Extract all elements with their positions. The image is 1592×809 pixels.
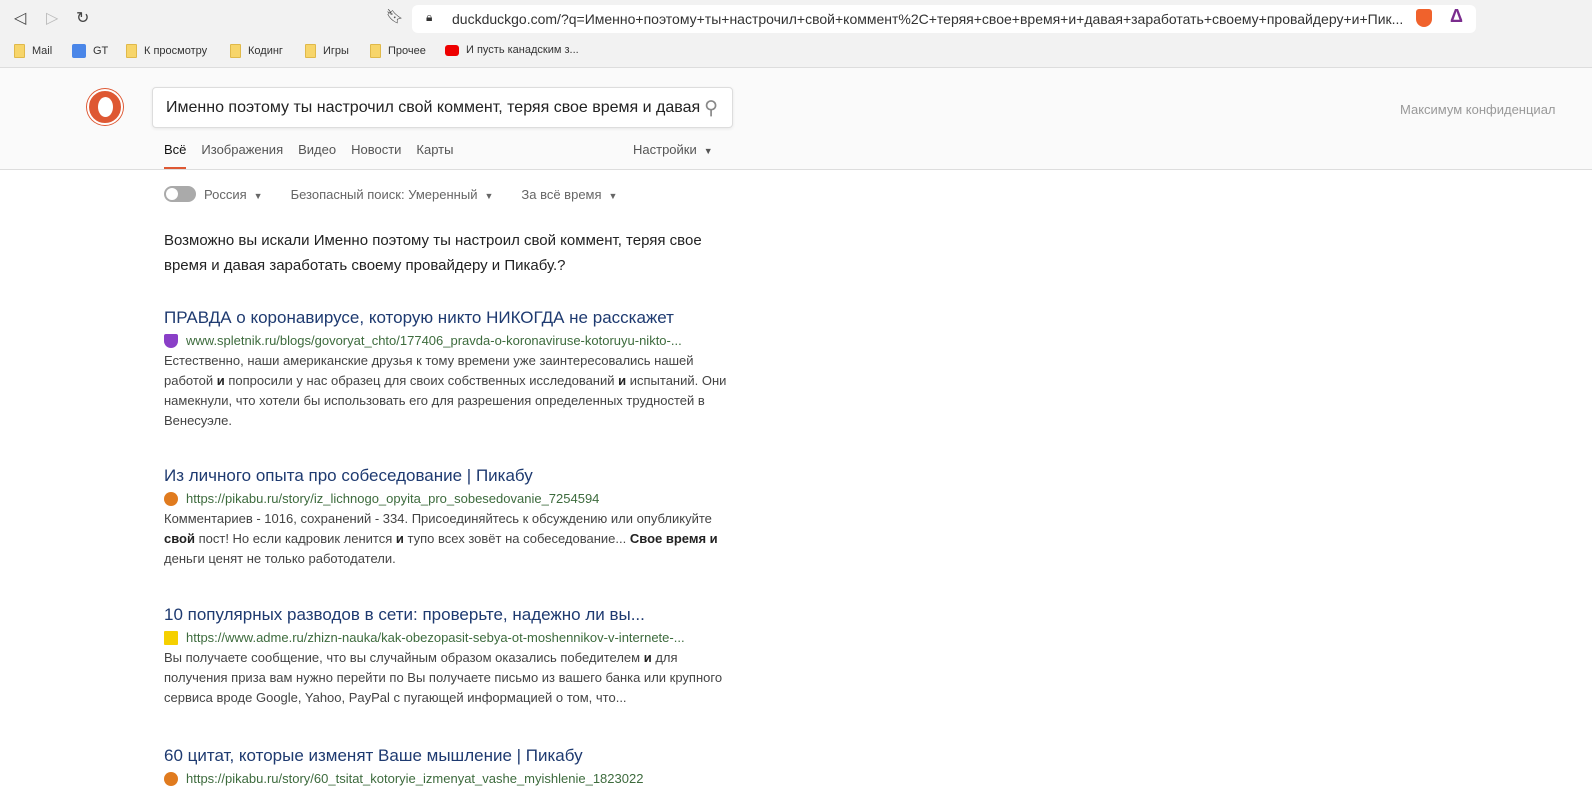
bookmark-label: К просмотру bbox=[144, 45, 208, 57]
bookmark-item[interactable]: GT bbox=[72, 44, 108, 58]
snippet-highlight: Свое время и bbox=[629, 531, 718, 546]
bookmarks-bar: Mail GT К просмотру Кодинг Игры Прочее И пусть… bbox=[0, 35, 1592, 68]
result-snippet: Естественно, наши американские друзья к … bbox=[164, 351, 734, 431]
safe-search-label: Безопасный поиск: Умеренный bbox=[290, 186, 478, 202]
result-title[interactable]: ПРАВДА о коронавирусе, которую никто НИК… bbox=[164, 308, 734, 328]
brave-icon[interactable] bbox=[1416, 9, 1432, 27]
search-result: 10 популярных разводов в сети: проверьте… bbox=[164, 605, 734, 708]
bookmark-item[interactable]: Кодинг bbox=[230, 44, 283, 58]
snippet-text: Вы получаете сообщение, что вы случайным… bbox=[164, 650, 644, 665]
snippet-highlight: и bbox=[395, 531, 404, 546]
folder-icon bbox=[126, 44, 137, 58]
result-url[interactable]: www.spletnik.ru/blogs/govoryat_chto/1774… bbox=[186, 333, 682, 348]
search-query: Именно поэтому ты настрочил свой коммент… bbox=[166, 99, 701, 116]
back-icon[interactable]: ◁ bbox=[14, 8, 26, 28]
result-url[interactable]: https://pikabu.ru/story/iz_lichnogo_opyi… bbox=[186, 491, 599, 506]
favicon-icon bbox=[164, 333, 178, 348]
region-filter[interactable]: Россия ▼ bbox=[204, 187, 263, 202]
snippet-text: пост! Но если кадровик ленится bbox=[194, 531, 396, 546]
snippet-highlight: и bbox=[643, 650, 652, 665]
search-result: 60 цитат, которые изменят Ваше мышление … bbox=[164, 746, 734, 789]
bookmark-icon[interactable]: 🔖︎ bbox=[386, 8, 404, 25]
bookmark-item[interactable]: Mail bbox=[14, 44, 52, 58]
tab-images[interactable]: Изображения bbox=[201, 142, 283, 169]
result-snippet: Вы получаете сообщение, что вы случайным… bbox=[164, 648, 734, 708]
snippet-text: Комментариев - 1016, сохранений - 334. П… bbox=[164, 511, 712, 526]
favicon-icon bbox=[164, 630, 178, 645]
result-url-row: https://pikabu.ru/story/60_tsitat_kotory… bbox=[164, 771, 734, 786]
settings-dropdown[interactable]: Настройки ▼ bbox=[633, 142, 713, 157]
bookmark-item[interactable]: Прочее bbox=[370, 44, 426, 58]
favicon-icon bbox=[164, 771, 178, 786]
bookmark-item[interactable]: И пусть канадским з... bbox=[445, 44, 579, 56]
settings-label: Настройки bbox=[633, 142, 697, 157]
snippet-highlight: свой bbox=[164, 531, 195, 546]
result-title[interactable]: Из личного опыта про собеседование | Пик… bbox=[164, 466, 734, 486]
result-title[interactable]: 10 популярных разводов в сети: проверьте… bbox=[164, 605, 734, 625]
tab-maps[interactable]: Карты bbox=[416, 142, 453, 169]
snippet-highlight: и bbox=[216, 373, 225, 388]
bookmark-label: Кодинг bbox=[248, 45, 283, 57]
favicon-icon bbox=[164, 491, 178, 506]
google-translate-icon bbox=[72, 44, 86, 58]
snippet-text: попросили у нас образец для своих собств… bbox=[224, 373, 619, 388]
bookmark-label: Mail bbox=[32, 45, 53, 57]
folder-icon bbox=[370, 44, 381, 58]
tab-video[interactable]: Видео bbox=[298, 142, 336, 169]
region-label: Россия bbox=[204, 186, 247, 202]
reload-icon[interactable]: ↻ bbox=[76, 8, 89, 28]
browser-toolbar: ◁ ▷ ↻ 🔖︎ 🔒︎ duckduckgo.com/?q=Именно+поэ… bbox=[0, 0, 1592, 35]
chevron-down-icon: ▼ bbox=[484, 190, 494, 201]
chevron-down-icon: ▼ bbox=[608, 190, 618, 201]
lock-icon: 🔒︎ bbox=[426, 10, 433, 24]
search-input[interactable]: Именно поэтому ты настрочил свой коммент… bbox=[152, 87, 733, 128]
duckduckgo-logo[interactable] bbox=[87, 89, 123, 125]
bookmark-label: И пусть канадским з... bbox=[466, 44, 579, 56]
result-url-row: https://pikabu.ru/story/iz_lichnogo_opyi… bbox=[164, 491, 734, 506]
result-url[interactable]: https://pikabu.ru/story/60_tsitat_kotory… bbox=[186, 771, 643, 786]
delta-icon[interactable]: Δ bbox=[1450, 6, 1463, 27]
search-tabs: Всё Изображения Видео Новости Карты bbox=[164, 142, 453, 169]
snippet-text: тупо всех зовёт на собеседование... bbox=[403, 531, 630, 546]
bookmark-label: Прочее bbox=[388, 45, 426, 57]
snippet-highlight: и bbox=[618, 373, 627, 388]
url-text: duckduckgo.com/?q=Именно+поэтому+ты+наст… bbox=[452, 11, 1404, 27]
forward-icon[interactable]: ▷ bbox=[46, 8, 58, 28]
filters-bar: Россия ▼ Безопасный поиск: Умеренный ▼ За … bbox=[164, 186, 617, 202]
result-snippet: Комментариев - 1016, сохранений - 334. П… bbox=[164, 509, 734, 569]
result-url[interactable]: https://www.adme.ru/zhizn-nauka/kak-obez… bbox=[186, 630, 685, 645]
spelling-suggestion[interactable]: Возможно вы искали Именно поэтому ты нас… bbox=[164, 228, 734, 278]
safe-search-filter[interactable]: Безопасный поиск: Умеренный ▼ bbox=[291, 187, 494, 202]
result-url-row: https://www.adme.ru/zhizn-nauka/kak-obez… bbox=[164, 630, 734, 645]
folder-icon bbox=[230, 44, 241, 58]
result-url-row: www.spletnik.ru/blogs/govoryat_chto/1774… bbox=[164, 333, 734, 348]
privacy-text[interactable]: Максимум конфиденциал bbox=[1400, 102, 1556, 117]
time-filter[interactable]: За всё время ▼ bbox=[521, 187, 617, 202]
folder-icon bbox=[305, 44, 316, 58]
tab-news[interactable]: Новости bbox=[351, 142, 401, 169]
result-title[interactable]: 60 цитат, которые изменят Ваше мышление … bbox=[164, 746, 734, 766]
search-result: Из личного опыта про собеседование | Пик… bbox=[164, 466, 734, 569]
chevron-down-icon: ▼ bbox=[703, 146, 713, 156]
bookmark-label: Игры bbox=[323, 45, 349, 57]
folder-icon bbox=[14, 44, 25, 58]
bookmark-item[interactable]: К просмотру bbox=[126, 44, 207, 58]
search-header: Именно поэтому ты настрочил свой коммент… bbox=[0, 68, 1592, 170]
time-label: За всё время bbox=[521, 186, 602, 202]
region-toggle[interactable] bbox=[164, 186, 196, 202]
search-icon[interactable]: ⚲ bbox=[704, 97, 718, 120]
chevron-down-icon: ▼ bbox=[253, 190, 263, 201]
search-result: ПРАВДА о коронавирусе, которую никто НИК… bbox=[164, 308, 734, 431]
address-bar[interactable]: 🔒︎ duckduckgo.com/?q=Именно+поэтому+ты+н… bbox=[412, 5, 1476, 33]
snippet-text: деньги ценят не только работодатели. bbox=[164, 551, 396, 566]
bookmark-item[interactable]: Игры bbox=[305, 44, 349, 58]
youtube-icon bbox=[445, 44, 459, 56]
bookmark-label: GT bbox=[93, 45, 109, 57]
tab-all[interactable]: Всё bbox=[164, 142, 187, 169]
